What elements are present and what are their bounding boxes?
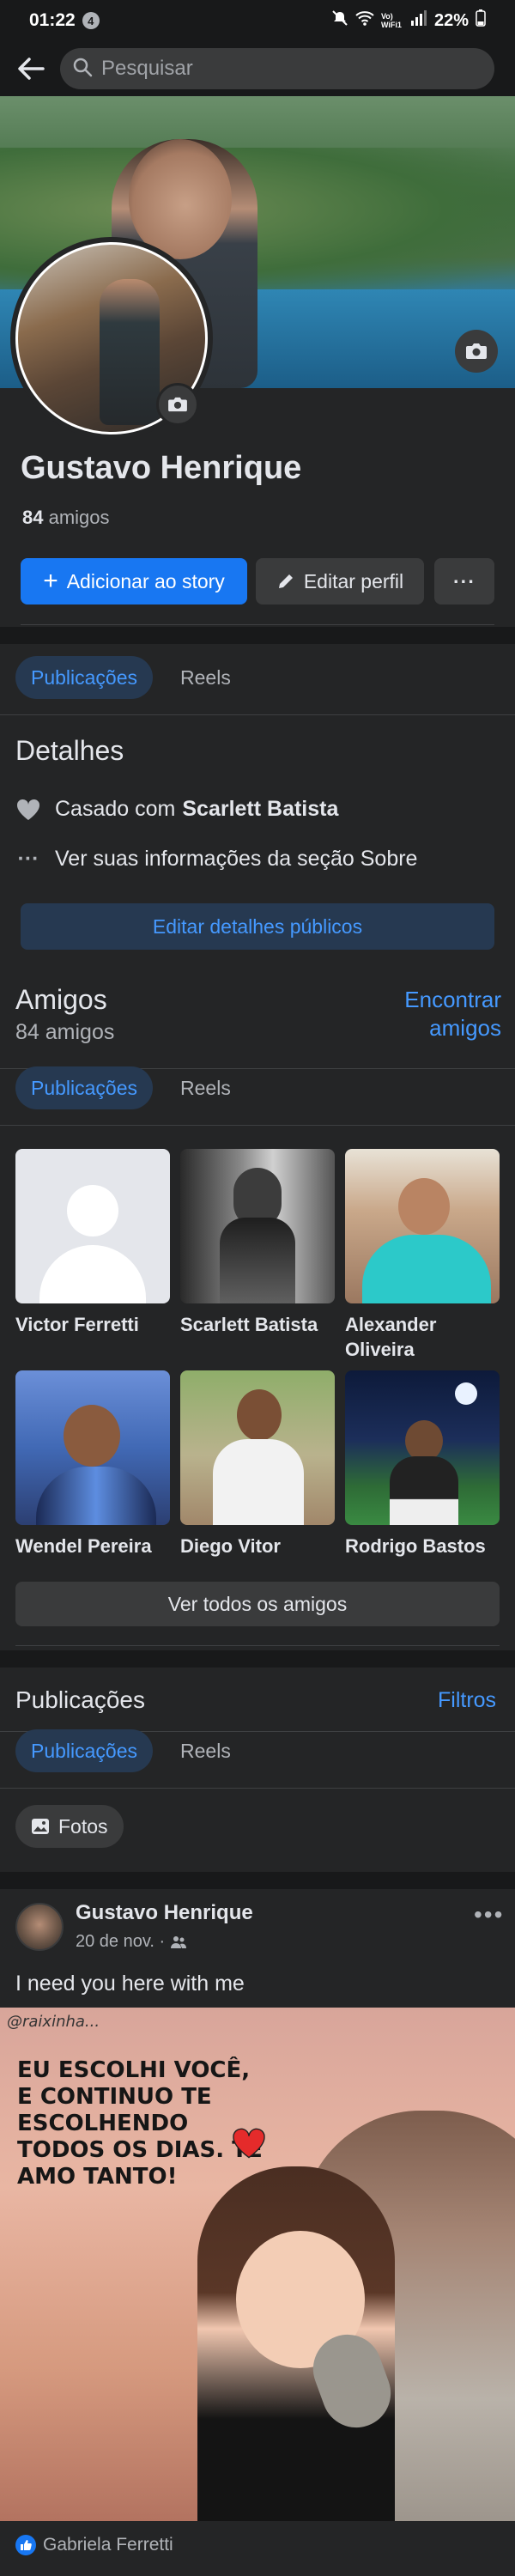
network-label: Vo) WiFi1 (380, 12, 402, 29)
divider (0, 714, 515, 715)
more-options-button[interactable]: ··· (434, 558, 494, 605)
tab-reels[interactable]: Reels (165, 1066, 246, 1109)
add-to-story-label: Adicionar ao story (66, 569, 225, 592)
status-time: 01:22 (29, 10, 76, 30)
photos-icon (31, 1818, 50, 1835)
friend-name: Scarlett Batista (180, 1314, 318, 1335)
friend-photo (345, 1149, 500, 1303)
wifi-icon (355, 10, 374, 31)
friends-title: Amigos (15, 984, 107, 1015)
friend-name: Victor Ferretti (15, 1314, 139, 1335)
edit-profile-label: Editar perfil (303, 569, 404, 592)
divider (21, 624, 494, 625)
search-icon (72, 57, 93, 82)
relationship-prefix: Casado com (55, 797, 176, 821)
notification-count-badge: 4 (82, 12, 100, 29)
relationship-partner-link[interactable]: Scarlett Batista (182, 797, 338, 822)
status-right: Vo) WiFi1 22% (331, 9, 486, 32)
sticky-tabs: Publicações Reels (0, 1722, 515, 1779)
friends-subtitle: 84 amigos (15, 1020, 115, 1044)
more-dots-icon: ··· (17, 847, 39, 871)
friend-card[interactable]: Alexander Oliveira (345, 1149, 500, 1362)
friends-audience-icon (170, 1935, 187, 1949)
tab-reels[interactable]: Reels (165, 656, 246, 699)
image-watermark-handle: @raixinha... (7, 2013, 100, 2031)
photos-chip-label: Fotos (58, 1814, 108, 1838)
edit-profile-button[interactable]: Editar perfil (256, 558, 424, 605)
plus-icon: + (43, 567, 58, 595)
heart-icon (15, 799, 41, 821)
divider (15, 1645, 500, 1646)
friend-name: Diego Vitor (180, 1535, 281, 1557)
tab-publicacoes[interactable]: Publicações (15, 1729, 154, 1772)
tab-publicacoes[interactable]: Publicações (15, 1066, 154, 1109)
search-input[interactable] (101, 57, 445, 81)
pencil-icon (276, 572, 295, 591)
find-friends-line1: Encontrar (404, 987, 501, 1012)
image-quote: Eu escolhi você, e continuo te escolhend… (17, 2057, 263, 2190)
friend-name: Rodrigo Bastos (345, 1535, 486, 1557)
battery-level: 22% (433, 10, 469, 30)
friend-photo (180, 1149, 335, 1303)
friends-count-number: 84 (22, 507, 44, 528)
friends-count-label: amigos (48, 507, 110, 528)
friend-name: Alexander Oliveira (345, 1314, 437, 1360)
post-date[interactable]: 20 de nov. · (76, 1932, 165, 1952)
post-author-name[interactable]: Gustavo Henrique (76, 1901, 253, 1925)
divider (0, 1125, 515, 1126)
filters-link[interactable]: Filtros (438, 1688, 496, 1713)
friend-card[interactable]: Victor Ferretti (15, 1149, 170, 1337)
tab-publicacoes[interactable]: Publicações (15, 656, 154, 699)
post-more-options-icon[interactable]: ••• (474, 1901, 504, 1929)
post-author-avatar[interactable] (15, 1903, 64, 1951)
about-link[interactable]: Ver suas informações da seção Sobre (55, 847, 417, 872)
details-title: Detalhes (15, 735, 124, 766)
friend-photo (180, 1370, 335, 1525)
sticky-tabs: Publicações Reels (0, 1060, 515, 1116)
profile-friends-count[interactable]: 84 amigos (22, 507, 110, 529)
divider (0, 1788, 515, 1789)
section-separator (0, 1872, 515, 1889)
section-separator (0, 1650, 515, 1668)
edit-public-details-button[interactable]: Editar detalhes públicos (21, 903, 494, 950)
friend-card[interactable]: Diego Vitor (180, 1370, 335, 1558)
friend-card[interactable]: Scarlett Batista (180, 1149, 335, 1337)
photos-chip[interactable]: Fotos (15, 1805, 124, 1848)
post-image[interactable]: @raixinha... Eu escolhi você, e continuo… (0, 2008, 515, 2521)
tab-reels[interactable]: Reels (165, 1729, 246, 1772)
status-bar: 01:22 4 Vo) WiFi1 22% (0, 0, 515, 41)
profile-page: 01:22 4 Vo) WiFi1 22% Pesquisar Gustavo … (0, 0, 515, 2576)
post-reactions[interactable]: Gabriela Ferretti (15, 2535, 173, 2555)
posts-title: Publicações (15, 1686, 145, 1713)
find-friends-link[interactable]: Encontrar amigos (378, 986, 501, 1042)
edit-avatar-camera-icon[interactable] (156, 383, 199, 426)
find-friends-line2: amigos (429, 1015, 501, 1041)
signal-icon (410, 10, 427, 31)
edit-cover-camera-icon[interactable] (455, 330, 498, 373)
back-arrow-icon[interactable] (15, 53, 46, 84)
about-row[interactable]: ··· Ver suas informações da seção Sobre (15, 847, 418, 872)
more-dots-icon: ··· (453, 569, 476, 592)
profile-name: Gustavo Henrique (21, 450, 302, 486)
relationship-row: Casado com Scarlett Batista (15, 797, 338, 822)
post-meta: 20 de nov. · (76, 1932, 187, 1952)
search-bar[interactable] (60, 48, 494, 89)
post-text: I need you here with me (15, 1971, 245, 1996)
reactor-name: Gabriela Ferretti (43, 2535, 173, 2555)
add-to-story-button[interactable]: + Adicionar ao story (21, 558, 247, 605)
friend-photo (345, 1370, 500, 1525)
mute-icon (331, 9, 348, 32)
friend-photo (15, 1370, 170, 1525)
like-reaction-icon (15, 2535, 36, 2555)
friend-card[interactable]: Wendel Pereira (15, 1370, 170, 1558)
see-all-friends-button[interactable]: Ver todos os amigos (15, 1582, 500, 1626)
friend-card[interactable]: Rodrigo Bastos (345, 1370, 500, 1558)
battery-icon (476, 9, 486, 32)
friend-photo-placeholder (15, 1149, 170, 1303)
heart-drawing-icon (232, 2128, 266, 2163)
friend-name: Wendel Pereira (15, 1535, 152, 1557)
profile-tabs: Publicações Reels (0, 649, 515, 706)
section-separator (0, 627, 515, 644)
